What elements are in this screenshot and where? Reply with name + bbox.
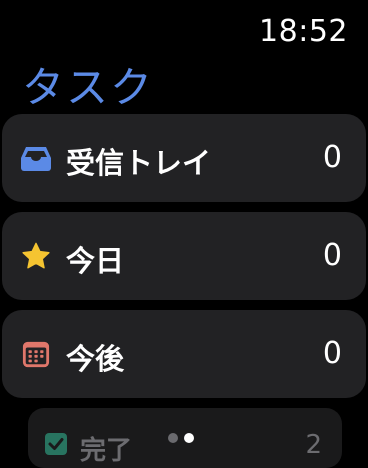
list-item-inbox[interactable]: 受信トレイ 0 [2, 114, 366, 202]
list-count-today: 0 [322, 238, 342, 273]
list-label-inbox: 受信トレイ [66, 146, 212, 180]
list-label-done: 完了 [80, 436, 133, 466]
page-title: タスク [22, 63, 155, 112]
calendar-icon [22, 341, 50, 368]
list-count-upcoming: 0 [322, 336, 342, 371]
list-label-today: 今日 [66, 244, 125, 278]
list-item-today[interactable]: 今日 0 [2, 212, 366, 300]
page-dot-1 [168, 433, 178, 443]
list-item-upcoming[interactable]: 今後 0 [2, 310, 366, 398]
list-count-inbox: 0 [322, 140, 342, 175]
clock-time: 18:52 [259, 14, 348, 49]
page-indicator [168, 432, 202, 444]
inbox-tray-icon [21, 147, 51, 171]
list-count-done: 2 [305, 430, 322, 460]
checkbox-icon [45, 433, 67, 455]
star-icon [22, 242, 50, 269]
list-label-upcoming: 今後 [66, 342, 125, 376]
page-dot-2-active [184, 433, 194, 443]
